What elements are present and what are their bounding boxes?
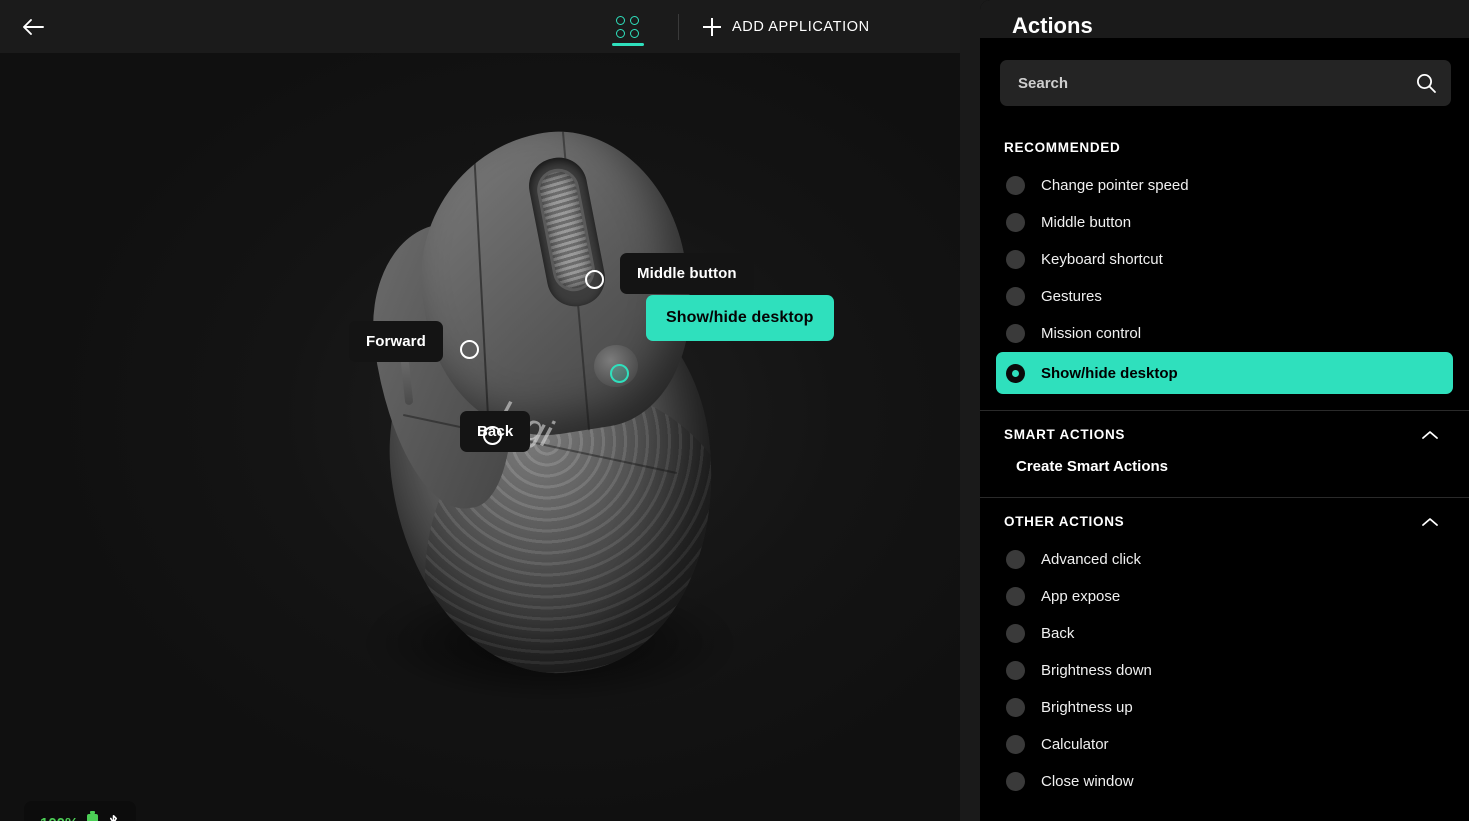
bluetooth-icon — [110, 814, 118, 821]
top-toolbar: ADD APPLICATION — [0, 0, 960, 53]
app-root: ADD APPLICATION logi — [0, 0, 1469, 821]
option-middle-button[interactable]: Middle button — [996, 204, 1453, 241]
radio-icon — [1006, 661, 1025, 680]
battery-percent-label: 100% — [40, 815, 78, 821]
section-recommended-header: RECOMMENDED — [980, 124, 1469, 163]
mouse-illustration: logi — [330, 113, 760, 713]
tab-active-indicator — [612, 43, 644, 46]
option-label: Gestures — [1041, 288, 1102, 305]
option-calculator[interactable]: Calculator — [996, 726, 1453, 763]
option-advanced-click[interactable]: Advanced click — [996, 541, 1453, 578]
battery-status-badge: 100% — [24, 801, 137, 821]
search-input[interactable] — [1018, 74, 1405, 92]
callout-forward[interactable]: Forward — [349, 321, 443, 362]
section-smart-actions: SMART ACTIONS Create Smart Actions — [980, 410, 1469, 497]
section-title: SMART ACTIONS — [1004, 427, 1126, 442]
option-label: Brightness down — [1041, 662, 1152, 679]
option-label: Advanced click — [1041, 551, 1142, 568]
add-application-label: ADD APPLICATION — [732, 18, 870, 35]
callout-show-hide-desktop[interactable]: Show/hide desktop — [646, 295, 834, 341]
back-button[interactable] — [18, 12, 48, 42]
create-smart-actions-link[interactable]: Create Smart Actions — [980, 450, 1469, 497]
radio-icon-selected — [1006, 363, 1025, 383]
option-back[interactable]: Back — [996, 615, 1453, 652]
option-label: Change pointer speed — [1041, 177, 1189, 194]
radio-icon — [1006, 250, 1025, 269]
option-mission-control[interactable]: Mission control — [996, 315, 1453, 352]
radio-icon — [1006, 213, 1025, 232]
actions-panel-header: Actions — [980, 0, 1469, 38]
battery-full-icon — [87, 810, 99, 821]
radio-icon — [1006, 287, 1025, 306]
option-label: Close window — [1041, 773, 1134, 790]
option-label: Show/hide desktop — [1041, 364, 1178, 382]
tab-all-applications[interactable] — [600, 0, 656, 53]
toolbar-center-group: ADD APPLICATION — [600, 0, 870, 53]
option-label: Brightness up — [1041, 699, 1133, 716]
radio-icon — [1006, 324, 1025, 343]
radio-icon — [1006, 698, 1025, 717]
marker-back[interactable] — [483, 426, 502, 445]
grid-four-circles-icon — [616, 15, 640, 38]
radio-icon — [1006, 587, 1025, 606]
option-label: Mission control — [1041, 325, 1142, 342]
section-title: RECOMMENDED — [1004, 140, 1121, 155]
option-keyboard-shortcut[interactable]: Keyboard shortcut — [996, 241, 1453, 278]
actions-panel-body: RECOMMENDED Change pointer speed Middle … — [980, 38, 1469, 821]
option-label: Middle button — [1041, 214, 1132, 231]
other-options-list: Advanced click App expose Back Brightnes… — [980, 537, 1469, 816]
mouse-stage: logi Middle button Forward Show/hide des… — [0, 53, 960, 821]
section-other-actions-header[interactable]: OTHER ACTIONS — [980, 498, 1469, 537]
radio-icon — [1006, 624, 1025, 643]
chevron-up-icon[interactable] — [1421, 516, 1439, 528]
arrow-left-icon — [23, 19, 44, 35]
radio-icon — [1006, 735, 1025, 754]
search-box[interactable] — [1000, 60, 1451, 106]
option-change-pointer-speed[interactable]: Change pointer speed — [996, 167, 1453, 204]
add-application-button[interactable]: ADD APPLICATION — [703, 0, 870, 53]
chevron-up-icon[interactable] — [1421, 429, 1439, 441]
option-label: Back — [1041, 625, 1075, 642]
plus-icon — [703, 17, 721, 36]
marker-middle-button[interactable] — [585, 270, 604, 289]
option-brightness-down[interactable]: Brightness down — [996, 652, 1453, 689]
section-smart-actions-header[interactable]: SMART ACTIONS — [980, 411, 1469, 450]
radio-icon — [1006, 176, 1025, 195]
actions-panel: Actions RECOMMENDED — [980, 0, 1469, 821]
option-label: App expose — [1041, 588, 1121, 605]
recommended-options-list: Change pointer speed Middle button Keybo… — [980, 163, 1469, 410]
search-icon[interactable] — [1415, 72, 1437, 94]
marker-show-hide-desktop[interactable] — [610, 364, 629, 383]
option-gestures[interactable]: Gestures — [996, 278, 1453, 315]
search-container — [980, 38, 1469, 106]
option-brightness-up[interactable]: Brightness up — [996, 689, 1453, 726]
option-app-expose[interactable]: App expose — [996, 578, 1453, 615]
page-title: Actions — [1012, 13, 1093, 38]
radio-icon — [1006, 772, 1025, 791]
device-preview-area: ADD APPLICATION logi — [0, 0, 960, 821]
option-label: Keyboard shortcut — [1041, 251, 1163, 268]
marker-forward[interactable] — [460, 340, 479, 359]
toolbar-divider — [678, 13, 679, 40]
option-close-window[interactable]: Close window — [996, 763, 1453, 800]
radio-icon — [1006, 550, 1025, 569]
option-show-hide-desktop[interactable]: Show/hide desktop — [996, 352, 1453, 394]
section-other-actions: OTHER ACTIONS Advanced click App expose — [980, 497, 1469, 816]
option-label: Calculator — [1041, 736, 1109, 753]
callout-middle-button[interactable]: Middle button — [620, 253, 754, 294]
section-title: OTHER ACTIONS — [1004, 514, 1125, 529]
section-recommended: RECOMMENDED Change pointer speed Middle … — [980, 124, 1469, 410]
